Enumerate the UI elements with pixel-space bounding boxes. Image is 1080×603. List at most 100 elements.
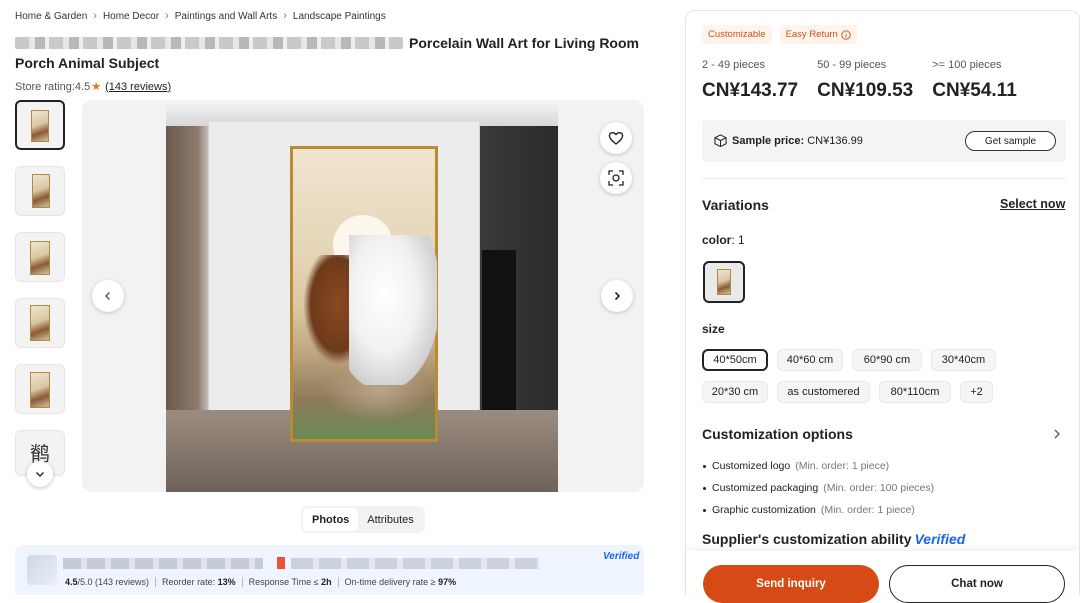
sample-price-box: Sample price: CN¥136.99 Get sample bbox=[702, 120, 1066, 162]
customization-item: Customized packaging (Min. order: 100 pie… bbox=[703, 477, 934, 499]
product-title: Porcelain Wall Art for Living Room Porch… bbox=[15, 33, 655, 73]
reorder-label: Reorder rate: bbox=[162, 577, 216, 587]
verified-badge: Verified bbox=[914, 531, 966, 547]
thumbnails-scroll-down-button[interactable] bbox=[27, 461, 53, 487]
supplier-card[interactable]: Verified 4.5/5.0 (143 reviews) Reorder r… bbox=[15, 545, 644, 595]
breadcrumb-home-decor[interactable]: Home Decor bbox=[103, 11, 159, 22]
chat-now-button[interactable]: Chat now bbox=[889, 565, 1065, 603]
heart-icon bbox=[608, 131, 624, 145]
ontime-label: On-time delivery rate ≥ bbox=[344, 577, 436, 587]
blurred-title-text bbox=[15, 37, 403, 49]
info-icon bbox=[841, 29, 851, 40]
chevron-down-icon bbox=[36, 472, 44, 477]
tier-range: >= 100 pieces bbox=[932, 59, 1002, 71]
thumbnail-3[interactable] bbox=[15, 232, 65, 282]
customization-title: Customization options bbox=[702, 426, 853, 442]
tab-photos[interactable]: Photos bbox=[303, 508, 359, 531]
next-image-button[interactable] bbox=[601, 280, 633, 312]
more-sizes-button[interactable]: +2 bbox=[960, 381, 993, 403]
tab-attributes[interactable]: Attributes bbox=[358, 508, 422, 531]
sample-price-row: Sample price: CN¥136.99 bbox=[714, 134, 863, 147]
chevron-left-icon bbox=[105, 292, 110, 300]
image-search-button[interactable] bbox=[600, 162, 632, 194]
tier-price: CN¥109.53 bbox=[817, 80, 914, 101]
supplier-info-blurred bbox=[291, 558, 539, 569]
price-tiers: 2 - 49 pieces CN¥143.77 50 - 99 pieces C… bbox=[702, 59, 1036, 102]
color-label-text: color bbox=[702, 233, 732, 247]
chevron-right-icon bbox=[1054, 429, 1060, 439]
thumbnail-2[interactable] bbox=[15, 166, 65, 216]
supplier-rating: 4.5 bbox=[65, 577, 78, 587]
customization-item-min: (Min. order: 1 piece) bbox=[820, 504, 915, 516]
main-product-image[interactable] bbox=[82, 100, 644, 492]
thumbnail-1[interactable] bbox=[15, 100, 65, 150]
product-gallery-column: Home & Garden › Home Decor › Paintings a… bbox=[0, 0, 660, 595]
customization-item-min: (Min. order: 1 piece) bbox=[795, 460, 890, 472]
customization-item-min: (Min. order: 100 pieces) bbox=[823, 482, 935, 494]
color-swatch-1[interactable] bbox=[703, 261, 745, 303]
size-option-30x40[interactable]: 30*40cm bbox=[931, 349, 996, 371]
price-tier-1: 2 - 49 pieces CN¥143.77 bbox=[702, 59, 798, 102]
size-option-as-customered[interactable]: as customered bbox=[777, 381, 870, 403]
response-label: Response Time ≤ bbox=[248, 577, 319, 587]
price-tier-3: >= 100 pieces CN¥54.11 bbox=[932, 59, 1017, 102]
easy-return-label: Easy Return bbox=[785, 29, 838, 40]
sample-price-label: Sample price: bbox=[732, 134, 805, 147]
store-rating-label: Store rating: bbox=[15, 80, 75, 93]
customization-ability-title: Supplier's customization ability Verified bbox=[702, 531, 965, 547]
size-option-80x110[interactable]: 80*110cm bbox=[879, 381, 951, 403]
ontime-value: 97% bbox=[438, 577, 457, 587]
send-inquiry-button[interactable]: Send inquiry bbox=[703, 565, 879, 603]
divider bbox=[702, 178, 1066, 179]
customization-item: Customized logo (Min. order: 1 piece) bbox=[703, 455, 934, 477]
tier-price: CN¥54.11 bbox=[932, 80, 1017, 101]
supplier-name-blurred bbox=[63, 558, 263, 569]
favorite-button[interactable] bbox=[600, 122, 632, 154]
supplier-flag bbox=[277, 557, 285, 569]
previous-image-button[interactable] bbox=[92, 280, 124, 312]
chevron-right-icon: › bbox=[283, 10, 287, 22]
painting-horses bbox=[290, 146, 438, 442]
breadcrumb-paintings[interactable]: Paintings and Wall Arts bbox=[175, 11, 277, 22]
breadcrumb-home-garden[interactable]: Home & Garden bbox=[15, 11, 87, 22]
size-option-60x90[interactable]: 60*90 cm bbox=[852, 349, 922, 371]
customization-expand-button[interactable] bbox=[1052, 427, 1062, 443]
get-sample-button[interactable]: Get sample bbox=[965, 131, 1056, 151]
tier-range: 2 - 49 pieces bbox=[702, 59, 765, 71]
thumbnail-5[interactable] bbox=[15, 364, 65, 414]
gallery-tabs: Photos Attributes bbox=[301, 506, 425, 533]
room-scene-photo bbox=[166, 100, 558, 492]
customization-item-label: Customized packaging bbox=[712, 482, 819, 494]
tier-price: CN¥143.77 bbox=[702, 80, 799, 101]
size-option-40x60[interactable]: 40*60 cm bbox=[777, 349, 843, 371]
customization-item-label: Customized logo bbox=[712, 460, 791, 472]
product-title-line2: Porch Animal Subject bbox=[15, 55, 160, 71]
star-icon: ★ bbox=[91, 81, 102, 93]
tier-range: 50 - 99 pieces bbox=[817, 59, 887, 71]
customizable-badge: Customizable bbox=[702, 25, 772, 44]
color-count: : 1 bbox=[731, 233, 745, 247]
verified-badge: Verified bbox=[603, 551, 640, 562]
customization-item: Graphic customization (Min. order: 1 piec… bbox=[703, 499, 934, 521]
chevron-right-icon: › bbox=[165, 10, 169, 22]
reorder-value: 13% bbox=[217, 577, 236, 587]
supplier-stats: 4.5/5.0 (143 reviews) Reorder rate: 13% … bbox=[65, 577, 456, 587]
product-badges: Customizable Easy Return bbox=[702, 25, 857, 44]
customization-ability-text: Supplier's customization ability bbox=[702, 531, 912, 547]
product-title-line1: Porcelain Wall Art for Living Room bbox=[409, 35, 639, 51]
customization-list: Customized logo (Min. order: 1 piece) Cus… bbox=[703, 455, 934, 521]
select-now-link[interactable]: Select now bbox=[1000, 197, 1065, 211]
sample-price-value: CN¥136.99 bbox=[807, 134, 863, 147]
action-bar: Send inquiry Chat now bbox=[686, 551, 1079, 603]
reviews-link[interactable]: (143 reviews) bbox=[105, 81, 171, 93]
store-rating-value: 4.5 bbox=[74, 80, 91, 93]
supplier-rating-suffix: /5.0 (143 reviews) bbox=[77, 577, 150, 587]
thumbnail-4[interactable] bbox=[15, 298, 65, 348]
easy-return-badge[interactable]: Easy Return bbox=[779, 25, 857, 44]
chevron-right-icon: › bbox=[93, 10, 97, 22]
supplier-logo bbox=[27, 555, 57, 585]
size-option-20x30[interactable]: 20*30 cm bbox=[702, 381, 768, 403]
box-icon bbox=[714, 134, 727, 147]
breadcrumb-landscape[interactable]: Landscape Paintings bbox=[293, 11, 386, 22]
size-option-40x50[interactable]: 40*50cm bbox=[702, 349, 768, 371]
